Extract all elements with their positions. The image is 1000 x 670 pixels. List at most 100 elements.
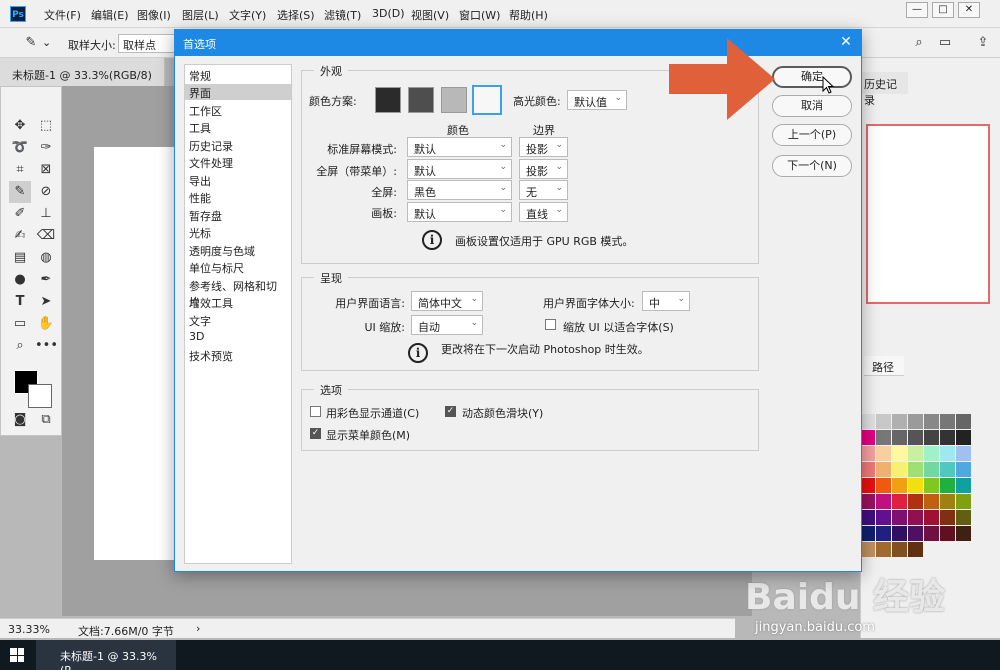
swatch[interactable] [892, 462, 907, 477]
standard-screen-color-select[interactable]: 默认 ⌄ [407, 137, 512, 157]
taskbar-photoshop-item[interactable]: 未标题-1 @ 33.3%(R... [36, 640, 176, 670]
swatch[interactable] [860, 478, 875, 493]
menu-window[interactable]: 窗口(W) [459, 7, 500, 23]
swatch[interactable] [924, 510, 939, 525]
category-history[interactable]: 历史记录 [185, 137, 291, 153]
swatch[interactable] [892, 494, 907, 509]
swatch[interactable] [892, 542, 907, 557]
eyedropper-icon[interactable]: ✎ [20, 32, 42, 54]
swatch[interactable] [940, 430, 955, 445]
swatch[interactable] [908, 526, 923, 541]
category-workspace[interactable]: 工作区 [185, 102, 291, 118]
next-button[interactable]: 下一个(N) [772, 155, 852, 177]
swatch[interactable] [908, 542, 923, 557]
frame-tool-icon[interactable]: ⊠ [35, 159, 57, 181]
category-transparency[interactable]: 透明度与色域 [185, 242, 291, 258]
category-file-handling[interactable]: 文件处理 [185, 154, 291, 170]
highlight-color-select[interactable]: 默认值 ⌄ [567, 90, 627, 110]
marquee-tool-icon[interactable]: ⬚ [35, 115, 57, 137]
rectangle-tool-icon[interactable]: ▭ [9, 313, 31, 335]
swatch[interactable] [924, 526, 939, 541]
brush-tool-icon[interactable]: ✐ [9, 203, 31, 225]
swatch[interactable] [956, 510, 971, 525]
standard-screen-border-select[interactable]: 投影 ⌄ [519, 137, 568, 157]
swatch[interactable] [876, 510, 891, 525]
dynamic-sliders-checkbox[interactable]: ✓ [445, 406, 456, 417]
category-export[interactable]: 导出 [185, 172, 291, 188]
move-tool-icon[interactable]: ✥ [9, 115, 31, 137]
quick-select-icon[interactable]: ✑ [35, 137, 57, 159]
swatch[interactable] [940, 494, 955, 509]
ok-button[interactable]: 确定 [772, 66, 852, 88]
swatch[interactable] [876, 446, 891, 461]
swatch[interactable] [876, 430, 891, 445]
path-select-icon[interactable]: ➤ [35, 291, 57, 313]
swatch[interactable] [876, 478, 891, 493]
swatch[interactable] [876, 462, 891, 477]
zoom-level[interactable]: 33.33% [8, 623, 50, 636]
swatch[interactable] [956, 430, 971, 445]
search-icon[interactable]: ⌕ [908, 32, 930, 54]
gradient-tool-icon[interactable]: ▤ [9, 247, 31, 269]
swatch[interactable] [956, 494, 971, 509]
swatch[interactable] [860, 542, 875, 557]
swatch[interactable] [924, 494, 939, 509]
swatch[interactable] [908, 494, 923, 509]
swatch[interactable] [940, 414, 955, 429]
category-units-rulers[interactable]: 单位与标尺 [185, 259, 291, 275]
close-icon[interactable]: ✕ [958, 2, 980, 18]
stamp-tool-icon[interactable]: ⊥ [35, 203, 57, 225]
menu-3d[interactable]: 3D(D) [372, 7, 405, 20]
history-panel-tab[interactable]: 历史记录 [860, 72, 908, 107]
category-3d[interactable]: 3D [185, 329, 291, 345]
pen-tool-icon[interactable]: ✒ [35, 269, 57, 291]
fullscreen-border-select[interactable]: 无 ⌄ [519, 180, 568, 200]
swatch[interactable] [940, 526, 955, 541]
swatch[interactable] [860, 430, 875, 445]
blur-tool-icon[interactable]: ◍ [35, 247, 57, 269]
swatch[interactable] [876, 494, 891, 509]
screen-mode-icon[interactable]: ⧉ [35, 409, 57, 431]
swatch[interactable] [924, 430, 939, 445]
swatch[interactable] [892, 430, 907, 445]
menu-view[interactable]: 视图(V) [411, 7, 449, 23]
artboard-border-select[interactable]: 直线 ⌄ [519, 202, 568, 222]
swatch[interactable] [924, 446, 939, 461]
lasso-tool-icon[interactable]: ➰ [9, 137, 31, 159]
zoom-tool-icon[interactable]: ⌕ [9, 335, 31, 357]
paths-panel-tab[interactable]: 路径 [864, 356, 904, 376]
category-performance[interactable]: 性能 [185, 189, 291, 205]
swatch[interactable] [860, 462, 875, 477]
color-scheme-dark[interactable] [408, 87, 434, 113]
swatch[interactable] [876, 526, 891, 541]
color-scheme-medium[interactable] [441, 87, 467, 113]
menu-help[interactable]: 帮助(H) [509, 7, 548, 23]
category-guides-grid[interactable]: 参考线、网格和切片 [185, 277, 291, 309]
category-tools[interactable]: 工具 [185, 119, 291, 135]
healing-tool-icon[interactable]: ⊘ [35, 181, 57, 203]
swatch[interactable] [908, 430, 923, 445]
background-color-swatch[interactable] [28, 384, 52, 408]
color-scheme-light[interactable] [472, 85, 502, 115]
swatch[interactable] [876, 414, 891, 429]
menu-file[interactable]: 文件(F) [44, 7, 81, 23]
menu-layer[interactable]: 图层(L) [182, 7, 219, 23]
dodge-tool-icon[interactable]: ● [9, 269, 31, 291]
document-canvas[interactable] [94, 147, 174, 560]
menu-image[interactable]: 图像(I) [137, 7, 171, 23]
category-interface[interactable]: 界面 [185, 84, 291, 100]
dialog-close-icon[interactable]: ✕ [837, 33, 855, 51]
category-general[interactable]: 常规 [185, 67, 291, 83]
swatch[interactable] [892, 414, 907, 429]
menu-type[interactable]: 文字(Y) [229, 7, 266, 23]
swatch[interactable] [908, 462, 923, 477]
swatch[interactable] [940, 510, 955, 525]
swatch[interactable] [956, 414, 971, 429]
fullscreen-menu-color-select[interactable]: 默认 ⌄ [407, 159, 512, 179]
quick-mask-icon[interactable]: ◙ [9, 409, 31, 431]
eraser-tool-icon[interactable]: ⌫ [35, 225, 57, 247]
swatch[interactable] [908, 446, 923, 461]
color-channels-checkbox[interactable] [310, 406, 321, 417]
swatch[interactable] [860, 510, 875, 525]
minimize-icon[interactable]: — [906, 2, 928, 18]
